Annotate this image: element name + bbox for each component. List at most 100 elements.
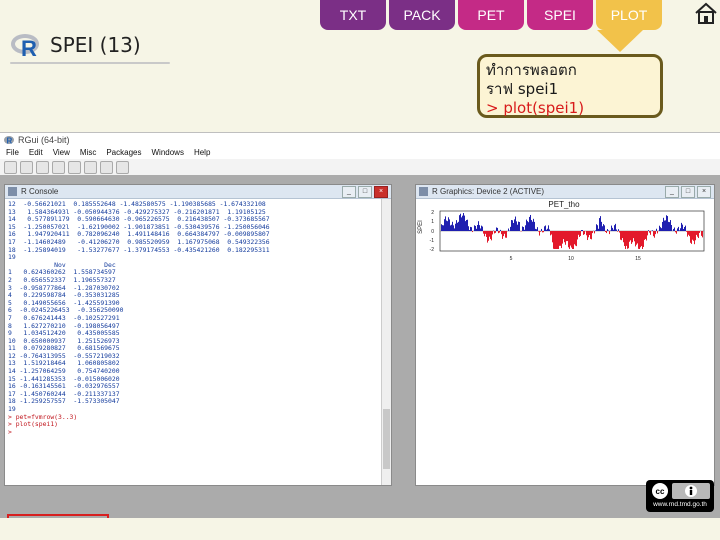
menu-file[interactable]: File [6, 147, 19, 159]
spei-bar [633, 231, 634, 239]
cc-by-icon: cc [652, 483, 710, 499]
spei-bar [608, 230, 609, 231]
spei-bar [471, 227, 472, 231]
console-scrollbar-thumb[interactable] [383, 409, 390, 469]
spei-bar [629, 231, 630, 242]
r-console-window[interactable]: R Console _ □ × 12 -0.56621021 0.1855526… [4, 184, 392, 533]
spei-bar [490, 231, 491, 239]
spei-bar [636, 231, 637, 245]
spei-bar [580, 231, 581, 236]
spei-bar [517, 224, 518, 231]
console-scrollbar[interactable] [381, 199, 391, 485]
spei-bar [694, 231, 695, 245]
spei-bar [677, 228, 678, 231]
spei-bar [583, 231, 584, 235]
spei-bar [563, 231, 564, 240]
spei-bar [501, 231, 502, 235]
open-script-button[interactable] [4, 160, 17, 174]
spei-bar [472, 231, 473, 233]
spei-bar [599, 218, 600, 231]
spei-bar [541, 228, 542, 231]
spei-bar [627, 231, 628, 249]
spei-bar [692, 231, 693, 240]
tab-txt[interactable]: TXT [320, 0, 386, 30]
spei-bar [566, 231, 567, 242]
spei-bar [484, 231, 485, 237]
x-tick-15: 15 [635, 256, 641, 262]
spei-bar [642, 231, 643, 249]
r-graphics-window[interactable]: R Graphics: Device 2 (ACTIVE) _ □ × PET_… [415, 184, 715, 486]
spei-bar [638, 231, 639, 249]
menu-help[interactable]: Help [194, 147, 210, 159]
load-workspace-button[interactable] [20, 160, 33, 174]
spei-bar [687, 231, 688, 237]
menu-misc[interactable]: Misc [80, 147, 96, 159]
spei-bar [508, 228, 509, 231]
spei-bar [466, 220, 467, 231]
spei-bar [670, 220, 671, 231]
spei-bar [454, 228, 455, 231]
spei-bar [641, 231, 642, 247]
console-output[interactable]: 12 -0.56621021 0.185552648 -1.482580575 … [5, 199, 381, 485]
spei-bar [603, 224, 604, 231]
paste-button[interactable] [68, 160, 81, 174]
spei-bar [679, 230, 680, 231]
tab-plot[interactable]: PLOT [596, 0, 662, 30]
spei-bar [511, 220, 512, 231]
spei-bar [497, 227, 498, 231]
spei-bar [635, 231, 636, 247]
spei-bar [545, 225, 546, 231]
copy-button[interactable] [52, 160, 65, 174]
spei-bar [674, 227, 675, 231]
spei-bar [686, 231, 687, 232]
spei-bar [584, 231, 585, 235]
spei-bar [542, 231, 543, 233]
graphics-maximize-button[interactable]: □ [681, 186, 695, 198]
tab-pet[interactable]: PET [458, 0, 524, 30]
menu-packages[interactable]: Packages [106, 147, 141, 159]
spei-bar [523, 227, 524, 231]
spei-bar [489, 231, 490, 237]
console-maximize-button[interactable]: □ [358, 186, 372, 198]
spei-bar [587, 231, 588, 241]
tab-spei[interactable]: SPEI [527, 0, 593, 30]
stop-button[interactable] [100, 160, 113, 174]
spei-bar [449, 219, 450, 231]
spei-bar [560, 231, 561, 246]
spei-bar [457, 222, 458, 231]
tab-pack[interactable]: PACK [389, 0, 455, 30]
console-minimize-button[interactable]: _ [342, 186, 356, 198]
spei-bar [519, 221, 520, 231]
spei-bar [648, 230, 649, 231]
graphics-close-button[interactable]: × [697, 186, 711, 198]
spei-bar [591, 231, 592, 240]
print-button[interactable] [116, 160, 129, 174]
spei-bar [601, 221, 602, 231]
spei-bar [594, 231, 595, 234]
spei-bar [643, 231, 644, 247]
menu-edit[interactable]: Edit [29, 147, 43, 159]
spei-bar [446, 220, 447, 231]
spei-bar [549, 229, 550, 231]
callout-command: > plot(spei1) [486, 99, 585, 117]
spei-bar [558, 231, 559, 249]
console-close-button[interactable]: × [374, 186, 388, 198]
home-icon[interactable] [694, 2, 718, 24]
spei-bar [683, 228, 684, 231]
spei-bar [656, 228, 657, 231]
menu-windows[interactable]: Windows [151, 147, 183, 159]
spei-bar [571, 231, 572, 248]
spei-bar [467, 219, 468, 231]
spei-bar [551, 231, 552, 235]
menu-view[interactable]: View [53, 147, 70, 159]
graphics-minimize-button[interactable]: _ [665, 186, 679, 198]
spei-bar [480, 228, 481, 231]
spei-bar [623, 231, 624, 243]
spei-bar [506, 231, 507, 238]
spei-bar [442, 225, 443, 231]
spei-bar [555, 231, 556, 249]
save-workspace-button[interactable] [36, 160, 49, 174]
copy-paste-button[interactable] [84, 160, 97, 174]
spei-bar [465, 221, 466, 231]
spei-bar [532, 221, 533, 231]
